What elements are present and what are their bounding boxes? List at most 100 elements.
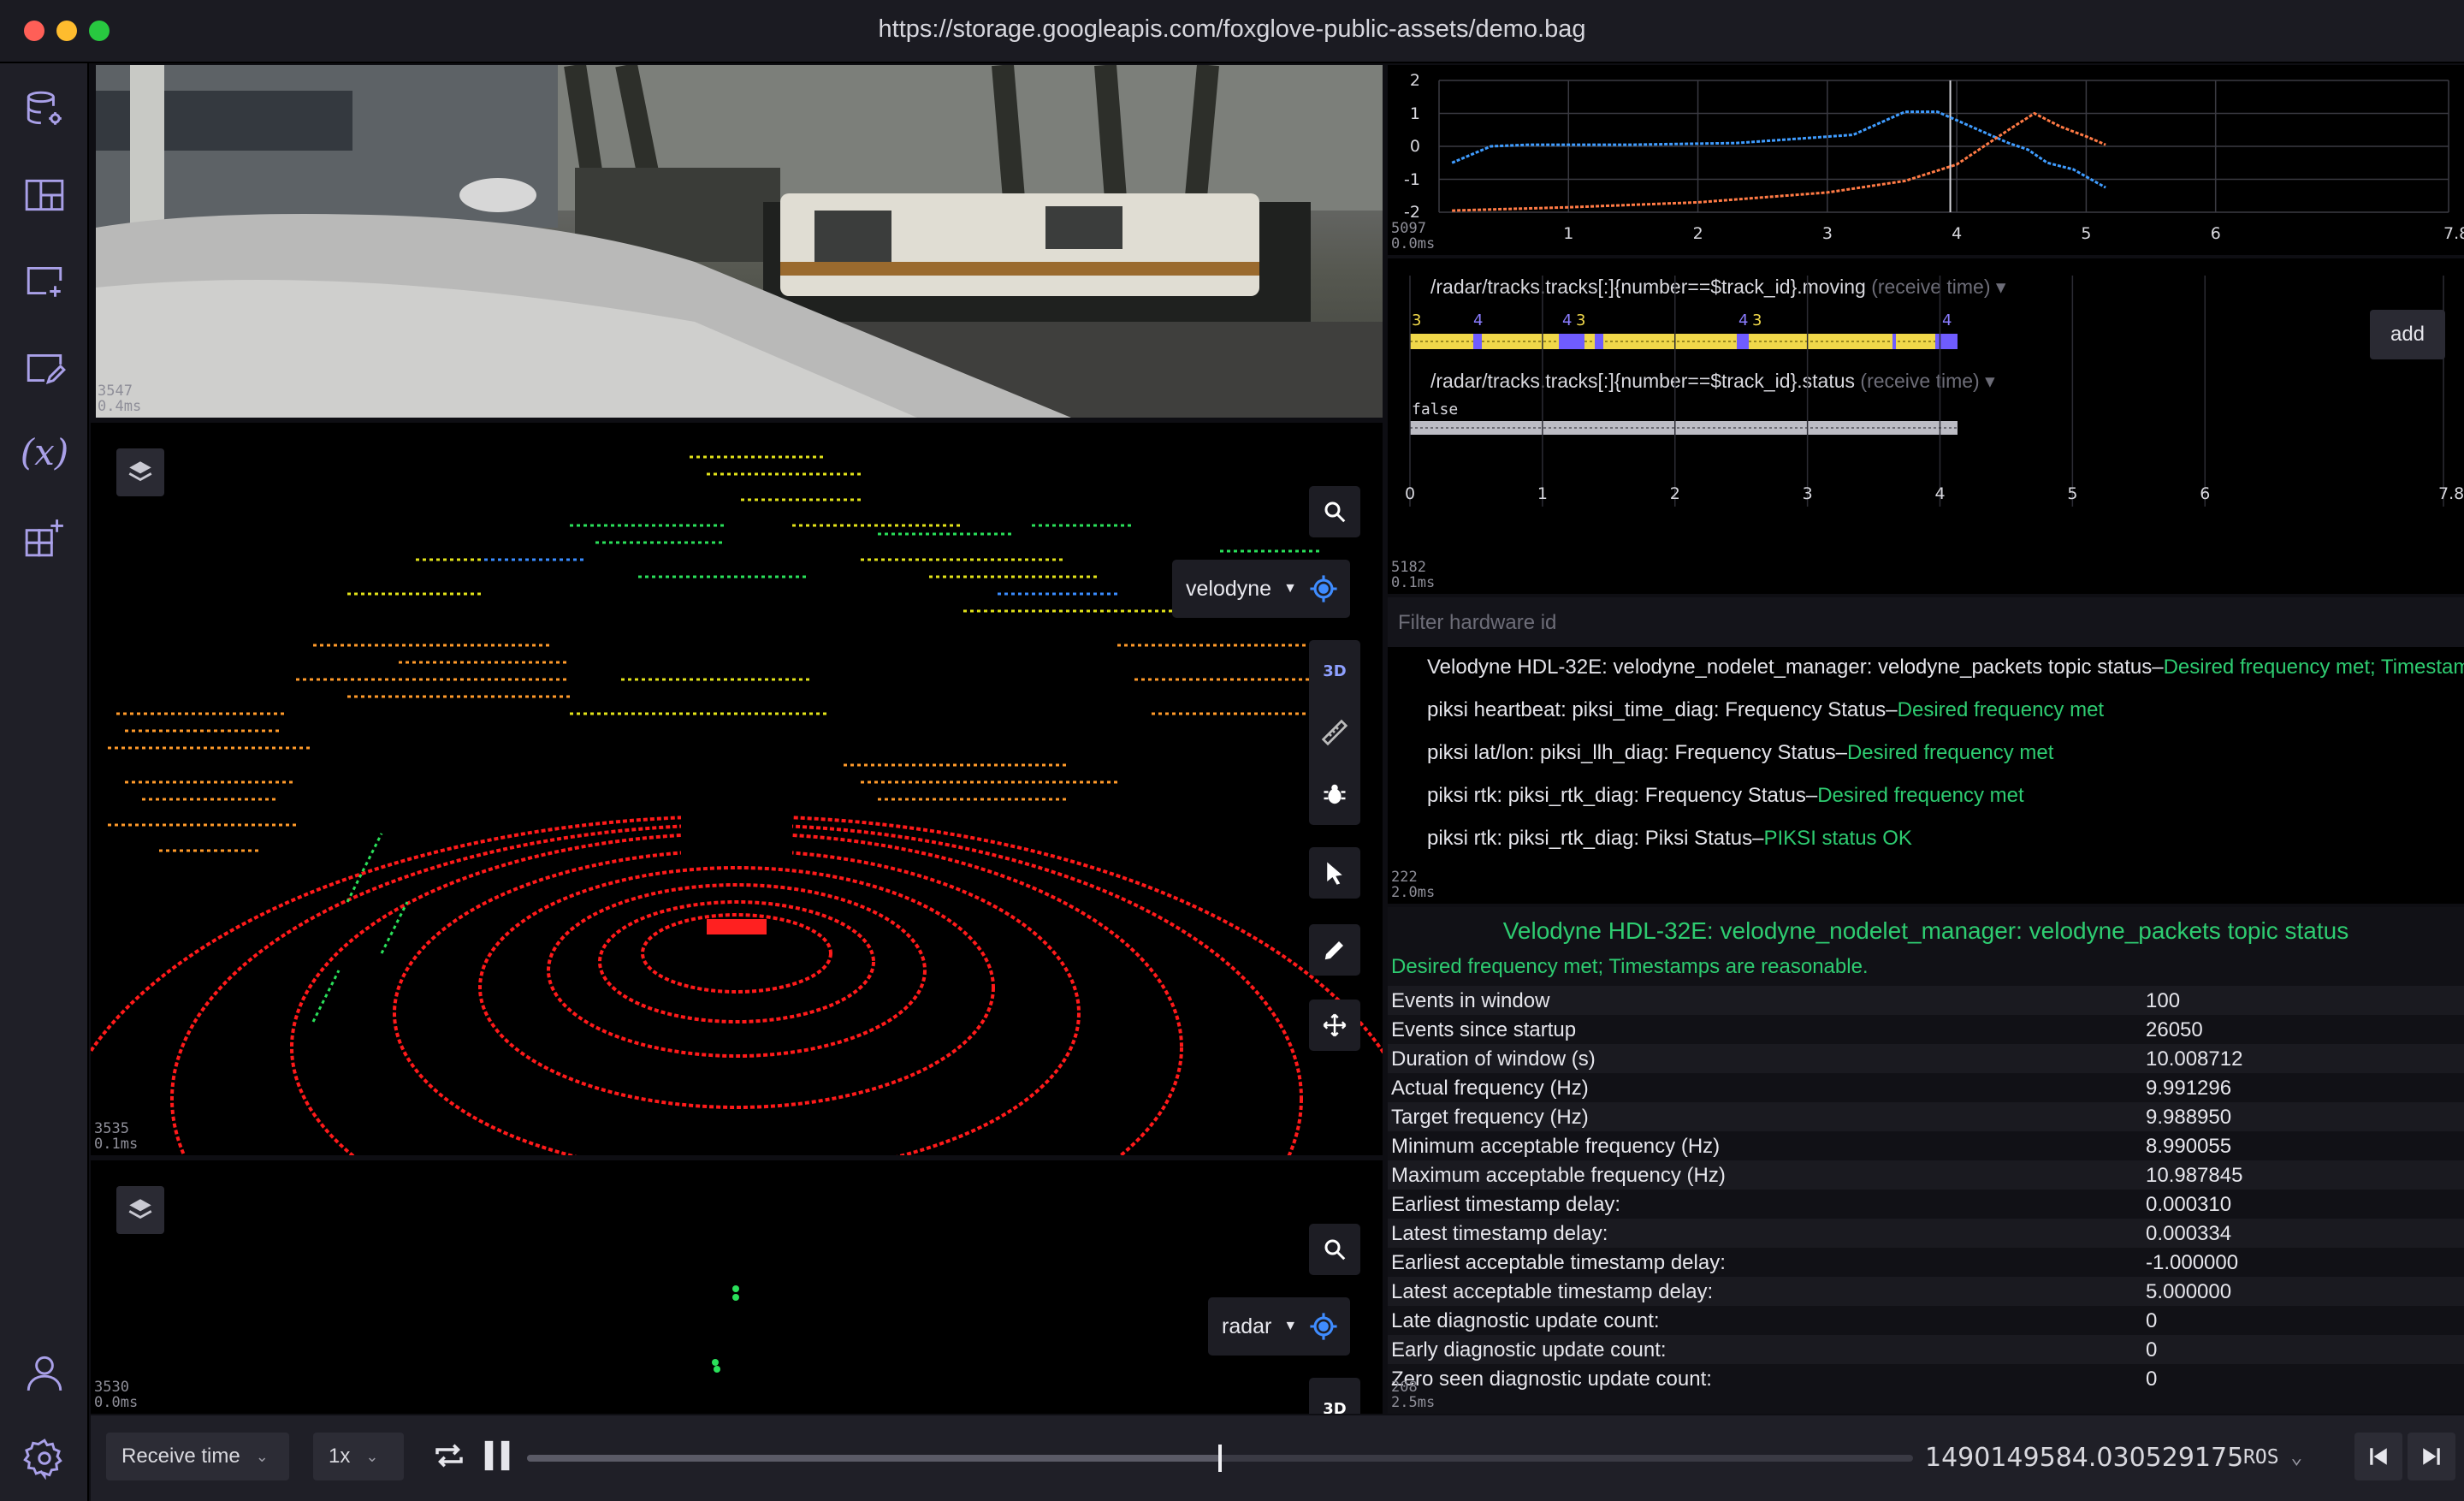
scene3d-stat-count: 3535 — [94, 1120, 129, 1137]
detail-key: Zero seen diagnostic update count: — [1391, 1368, 1712, 1391]
detail-key: Events since startup — [1391, 1018, 1577, 1041]
diagnostic-separator: – — [1886, 698, 1898, 721]
detail-value: 100 — [2146, 989, 2181, 1012]
detail-key: Late diagnostic update count: — [1391, 1309, 1660, 1332]
detail-value: 8.990055 — [2146, 1135, 2232, 1158]
detail-row: Events in window 100 — [1388, 986, 2464, 1015]
variables-icon[interactable]: (x) — [19, 426, 70, 478]
diagnostic-row[interactable]: piksi heartbeat: piksi_time_diag: Freque… — [1427, 698, 2104, 722]
playback-timeline[interactable] — [527, 1445, 1913, 1472]
diag-stat-time: 2.0ms — [1391, 884, 1436, 901]
follow-target-icon[interactable] — [1309, 1312, 1338, 1341]
diagnostic-row[interactable]: piksi rtk: piksi_rtk_diag: Frequency Sta… — [1427, 784, 2024, 808]
search-button[interactable] — [1309, 486, 1360, 537]
camera-image-panel[interactable]: 3547 0.4ms — [96, 65, 1383, 418]
plot-y-tick: -1 — [1404, 169, 1420, 189]
sidebar: (x) — [0, 63, 89, 1501]
view-toolbar: 3D — [1309, 640, 1360, 825]
radar-mode-3d-label: 3D — [1323, 1399, 1347, 1415]
scene-3d-panel[interactable]: velodyne ▼ 3D 3535 0.1ms — [91, 423, 1383, 1155]
playback-speed-select[interactable]: 1x ⌄ — [313, 1433, 404, 1480]
detail-row: Earliest timestamp delay: 0.000310 — [1388, 1190, 2464, 1219]
diagnostic-status: Desired frequency met; Timestamps are re… — [2163, 656, 2464, 679]
plot-stat-time: 0.0ms — [1391, 235, 1436, 252]
follow-target-icon[interactable] — [1309, 574, 1338, 603]
detail-value: 10.008712 — [2146, 1047, 2243, 1071]
diagnostics-summary-panel[interactable]: Filter hardware id Velodyne HDL-32E: vel… — [1388, 597, 2464, 904]
detail-stat-count: 208 — [1391, 1379, 1418, 1396]
loop-button[interactable] — [431, 1438, 467, 1478]
diagnostic-name: piksi rtk: piksi_rtk_diag: Frequency Sta… — [1427, 784, 1806, 807]
timeline-progress — [527, 1455, 1220, 1462]
measure-button[interactable] — [1309, 702, 1360, 763]
diagnostic-name: piksi rtk: piksi_rtk_diag: Piksi Status — [1427, 827, 1753, 850]
state-x-tick: 5 — [2067, 484, 2078, 503]
diagnostic-row[interactable]: piksi lat/lon: piksi_llh_diag: Frequency… — [1427, 741, 2053, 765]
state-x-tick: 3 — [1802, 484, 1813, 503]
detail-value: 0.000310 — [2146, 1193, 2232, 1216]
skip-forward-icon — [2423, 1448, 2440, 1465]
detail-row: Minimum acceptable frequency (Hz) 8.99005… — [1388, 1131, 2464, 1160]
filter-hardware-id-input[interactable]: Filter hardware id — [1398, 611, 1556, 635]
chevron-down-icon: ▼ — [1283, 581, 1297, 596]
diagnostic-row[interactable]: Velodyne HDL-32E: velodyne_nodelet_manag… — [1427, 656, 2464, 679]
publish-tool-button[interactable] — [1309, 924, 1360, 976]
state-x-tick: 2 — [1669, 484, 1680, 503]
detail-row: Target frequency (Hz) 9.988950 — [1388, 1102, 2464, 1131]
chevron-down-icon: ▼ — [1283, 1319, 1298, 1333]
plot-y-tick: -2 — [1404, 203, 1420, 222]
plot-panel[interactable]: 2 1 0 -1 -2 1 2 3 4 5 6 7.8 5097 0.0ms — [1388, 65, 2464, 255]
select-tool-button[interactable] — [1309, 847, 1360, 899]
detail-key: Duration of window (s) — [1391, 1047, 1596, 1071]
plot-x-tick: 7.8 — [2443, 224, 2464, 243]
time-format-label: ROS — [2243, 1446, 2279, 1468]
user-icon[interactable] — [19, 1347, 70, 1398]
detail-key: Actual frequency (Hz) — [1391, 1077, 1589, 1100]
edit-note-icon[interactable] — [19, 342, 70, 394]
diagnostic-name: piksi lat/lon: piksi_llh_diag: Frequency… — [1427, 741, 1836, 764]
settings-gear-icon[interactable] — [19, 1433, 70, 1484]
radar-toggle-3d-button[interactable]: 3D — [1309, 1378, 1360, 1415]
radar-follow-frame-select[interactable]: radar ▼ — [1208, 1297, 1351, 1356]
window-title: https://storage.googleapis.com/foxglove-… — [878, 15, 1586, 43]
detail-value: 0 — [2146, 1309, 2158, 1332]
radar-3d-panel[interactable]: radar ▼ 3D 3530 0.0ms — [91, 1160, 1383, 1414]
detail-row: Earliest acceptable timestamp delay: -1.0… — [1388, 1248, 2464, 1277]
diagnostic-separator: – — [2152, 656, 2164, 679]
layers-button[interactable] — [116, 448, 164, 496]
diagnostics-detail-panel[interactable]: Velodyne HDL-32E: velodyne_nodelet_manag… — [1388, 907, 2464, 1414]
seek-forward-button[interactable] — [2408, 1433, 2455, 1480]
time-mode-select[interactable]: Receive time ⌄ — [106, 1433, 289, 1480]
radar-search-button[interactable] — [1309, 1224, 1360, 1275]
state-x-tick: 1 — [1537, 484, 1548, 503]
follow-frame-select[interactable]: velodyne ▼ — [1172, 560, 1350, 618]
state-transitions-panel[interactable]: /radar/tracks.tracks[:]{number==$track_i… — [1388, 258, 2464, 594]
state-stat-count: 5182 — [1391, 559, 1426, 576]
add-series-button[interactable]: add — [2370, 310, 2445, 359]
time-format-select[interactable]: ROS ⌄ — [2243, 1446, 2302, 1468]
plot-y-tick: 0 — [1409, 137, 1420, 156]
camera-stat-count: 3547 — [98, 383, 133, 400]
state-x-tick: 4 — [1934, 484, 1946, 503]
camera-image — [96, 65, 1383, 418]
add-panel-icon[interactable] — [19, 255, 70, 306]
title-bar: https://storage.googleapis.com/foxglove-… — [0, 0, 2464, 63]
diagnostic-row[interactable]: piksi rtk: piksi_rtk_diag: Piksi Status–… — [1427, 827, 1912, 851]
database-settings-icon[interactable] — [19, 84, 70, 135]
scene3d-stat-time: 0.1ms — [94, 1136, 139, 1153]
extensions-icon[interactable] — [19, 512, 70, 563]
detail-value: -1.000000 — [2146, 1251, 2239, 1274]
toggle-3d-button[interactable]: 3D — [1309, 640, 1360, 702]
follow-frame-label: velodyne — [1186, 576, 1272, 601]
layout-grid-icon[interactable] — [19, 169, 70, 221]
playback-controls: Receive time ⌄ 1x ⌄ 1490149584.030529175… — [91, 1415, 2464, 1501]
pan-tool-button[interactable] — [1309, 1000, 1360, 1051]
current-timestamp[interactable]: 1490149584.030529175 — [1925, 1443, 2243, 1473]
radar-stat-time: 0.0ms — [94, 1394, 139, 1411]
radar-layers-button[interactable] — [116, 1186, 164, 1234]
play-pause-button[interactable] — [481, 1438, 515, 1478]
timeline-scrubber[interactable] — [1218, 1445, 1222, 1472]
debug-button[interactable] — [1309, 763, 1360, 825]
seek-backward-button[interactable] — [2354, 1433, 2402, 1480]
diagnostic-status: Desired frequency met — [1817, 784, 2024, 807]
